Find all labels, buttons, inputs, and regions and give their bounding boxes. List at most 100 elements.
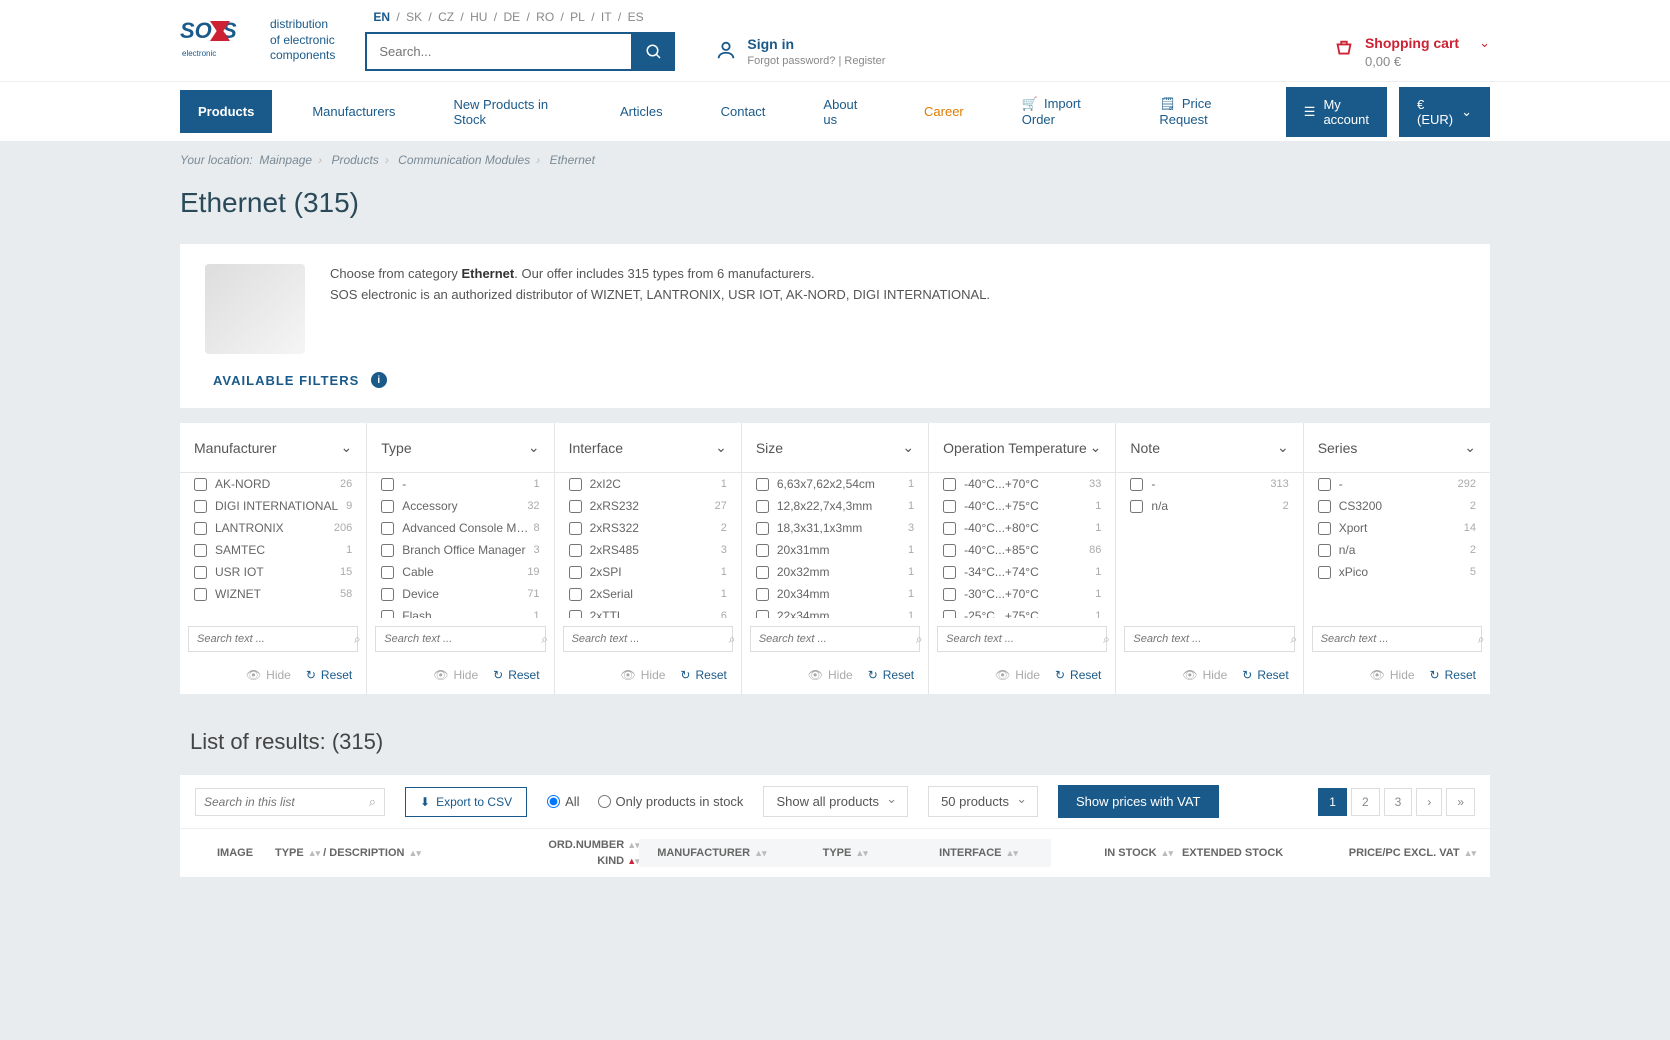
th-ord-kind[interactable]: ORD.NUMBER ▲▾ KIND ▲▾ (517, 839, 638, 867)
filter-checkbox[interactable] (756, 610, 769, 619)
filter-checkbox[interactable] (569, 588, 582, 601)
filter-hide[interactable]: 👁Hide (995, 668, 1040, 682)
filter-checkbox[interactable] (381, 500, 394, 513)
signin-link[interactable]: Sign in (747, 36, 885, 52)
filter-header[interactable]: Interface ⌄ (555, 423, 741, 473)
filter-option[interactable]: 12,8x22,7x4,3mm 1 (742, 495, 928, 517)
nav-contact[interactable]: Contact (703, 90, 784, 133)
filter-body[interactable]: - 313 n/a 2 (1116, 473, 1302, 618)
lang-en[interactable]: EN (373, 10, 390, 24)
filter-option[interactable]: -40°C...+80°C 1 (929, 517, 1115, 539)
filter-option[interactable]: -40°C...+75°C 1 (929, 495, 1115, 517)
filter-checkbox[interactable] (569, 478, 582, 491)
vat-button[interactable]: Show prices with VAT (1058, 785, 1219, 818)
breadcrumb-communication[interactable]: Communication Modules (398, 153, 530, 167)
filter-option[interactable]: 18,3x31,1x3mm 3 (742, 517, 928, 539)
filter-option[interactable]: - 292 (1304, 473, 1490, 495)
page-next[interactable]: › (1416, 788, 1442, 816)
filter-option[interactable]: CS3200 2 (1304, 495, 1490, 517)
filter-checkbox[interactable] (194, 522, 207, 535)
filter-checkbox[interactable] (756, 588, 769, 601)
register-link[interactable]: Register (844, 55, 885, 67)
filter-checkbox[interactable] (569, 500, 582, 513)
filter-option[interactable]: 20x31mm 1 (742, 539, 928, 561)
filter-checkbox[interactable] (1318, 500, 1331, 513)
th-interface[interactable]: INTERFACE ▲▾ (905, 839, 1050, 867)
nav-articles[interactable]: Articles (602, 90, 681, 133)
filter-checkbox[interactable] (381, 544, 394, 557)
lang-hu[interactable]: HU (470, 10, 487, 24)
lang-de[interactable]: DE (503, 10, 520, 24)
filter-search-input[interactable] (1125, 627, 1284, 651)
breadcrumb-products[interactable]: Products (331, 153, 378, 167)
info-icon[interactable]: i (371, 372, 387, 388)
nav-manufacturers[interactable]: Manufacturers (294, 90, 413, 133)
filter-option[interactable]: Cable 19 (367, 561, 553, 583)
filter-reset[interactable]: ↻Reset (1055, 668, 1101, 682)
cart-link[interactable]: Shopping cart 0,00 € ⌄ (1333, 35, 1490, 69)
filter-reset[interactable]: ↻Reset (680, 668, 726, 682)
filter-checkbox[interactable] (381, 588, 394, 601)
filter-checkbox[interactable] (194, 566, 207, 579)
filter-search-input[interactable] (1313, 627, 1472, 651)
lang-ro[interactable]: RO (536, 10, 554, 24)
filter-option[interactable]: n/a 2 (1304, 539, 1490, 561)
show-all-select[interactable]: Show all products (763, 786, 908, 817)
nav-products[interactable]: Products (180, 90, 272, 133)
forgot-password-link[interactable]: Forgot password? (747, 55, 835, 67)
filter-option[interactable]: 22x34mm 1 (742, 605, 928, 618)
filter-header[interactable]: Series ⌄ (1304, 423, 1490, 473)
page-last[interactable]: » (1446, 788, 1475, 816)
filter-hide[interactable]: 👁Hide (1370, 668, 1415, 682)
filter-option[interactable]: WIZNET 58 (180, 583, 366, 605)
filter-option[interactable]: n/a 2 (1116, 495, 1302, 517)
filter-option[interactable]: DIGI INTERNATIONAL 9 (180, 495, 366, 517)
filter-option[interactable]: 2xI2C 1 (555, 473, 741, 495)
filter-body[interactable]: -40°C...+70°C 33 -40°C...+75°C 1 -40°C..… (929, 473, 1115, 618)
per-page-select[interactable]: 50 products (928, 786, 1038, 817)
filter-option[interactable]: 2xTTL 6 (555, 605, 741, 618)
filter-checkbox[interactable] (194, 544, 207, 557)
filter-option[interactable]: - 313 (1116, 473, 1302, 495)
currency-button[interactable]: € (EUR)⌄ (1399, 87, 1490, 137)
filter-header[interactable]: Note ⌄ (1116, 423, 1302, 473)
filter-hide[interactable]: 👁Hide (433, 668, 478, 682)
radio-in-stock[interactable]: Only products in stock (598, 794, 744, 809)
filter-option[interactable]: 2xSPI 1 (555, 561, 741, 583)
filter-header[interactable]: Manufacturer ⌄ (180, 423, 366, 473)
filter-checkbox[interactable] (381, 610, 394, 619)
filter-header[interactable]: Size ⌄ (742, 423, 928, 473)
logo[interactable]: SO S electronic distributionof electroni… (180, 16, 335, 66)
filter-checkbox[interactable] (381, 566, 394, 579)
filter-option[interactable]: USR IOT 15 (180, 561, 366, 583)
filter-option[interactable]: -40°C...+85°C 86 (929, 539, 1115, 561)
filter-option[interactable]: -25°C...+75°C 1 (929, 605, 1115, 618)
filter-hide[interactable]: 👁Hide (808, 668, 853, 682)
page-2[interactable]: 2 (1351, 788, 1380, 816)
filter-option[interactable]: -34°C...+74°C 1 (929, 561, 1115, 583)
filter-reset[interactable]: ↻Reset (493, 668, 539, 682)
th-price[interactable]: PRICE/PC EXCL. VAT ▲▾ (1293, 839, 1475, 867)
nav-career[interactable]: Career (906, 90, 982, 133)
filter-option[interactable]: LANTRONIX 206 (180, 517, 366, 539)
nav-price-request[interactable]: 🗒Price Request (1141, 82, 1263, 141)
page-3[interactable]: 3 (1384, 788, 1413, 816)
filter-reset[interactable]: ↻Reset (306, 668, 352, 682)
filter-search-input[interactable] (376, 627, 535, 651)
filter-checkbox[interactable] (1318, 566, 1331, 579)
filter-header[interactable]: Type ⌄ (367, 423, 553, 473)
filter-option[interactable]: -30°C...+70°C 1 (929, 583, 1115, 605)
th-manufacturer[interactable]: MANUFACTURER ▲▾ (639, 839, 784, 867)
filter-checkbox[interactable] (943, 500, 956, 513)
filter-checkbox[interactable] (569, 544, 582, 557)
filter-checkbox[interactable] (1318, 478, 1331, 491)
filter-hide[interactable]: 👁Hide (1182, 668, 1227, 682)
search-button[interactable] (633, 32, 675, 71)
filter-checkbox[interactable] (1130, 500, 1143, 513)
export-csv-button[interactable]: ⬇Export to CSV (405, 787, 527, 817)
filter-checkbox[interactable] (943, 544, 956, 557)
filter-checkbox[interactable] (756, 522, 769, 535)
filter-option[interactable]: AK-NORD 26 (180, 473, 366, 495)
filter-checkbox[interactable] (381, 522, 394, 535)
radio-all[interactable]: All (547, 794, 579, 809)
